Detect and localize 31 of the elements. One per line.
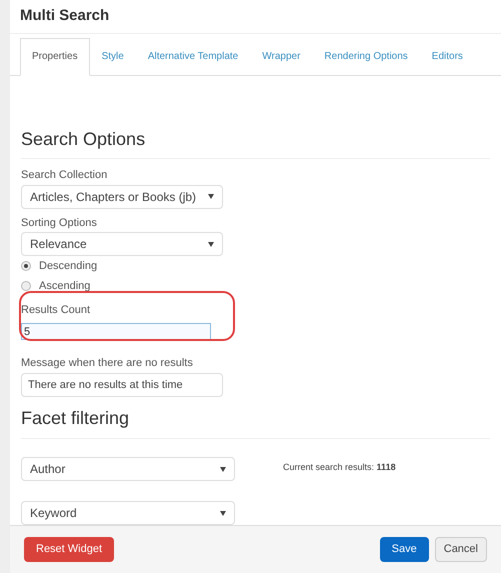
input-field[interactable]: There are no results at this time — [21, 373, 223, 398]
dropdown[interactable]: Author — [21, 457, 235, 482]
field-label: Sorting Options — [21, 216, 98, 231]
section-heading: Facet filtering — [21, 405, 490, 440]
caret-icon — [220, 510, 226, 516]
caret-icon — [220, 466, 226, 472]
dropdown[interactable]: Keyword — [21, 501, 235, 526]
caret-icon — [208, 194, 214, 200]
radio-button[interactable] — [21, 281, 31, 292]
tab[interactable]: Rendering Options — [312, 38, 420, 76]
section-heading: Search Options — [21, 126, 490, 160]
save-button[interactable]: Save — [380, 537, 429, 562]
tab[interactable]: Style — [90, 38, 136, 76]
radio-label: Ascending — [39, 279, 90, 294]
reset-widget-button[interactable]: Reset Widget — [24, 537, 114, 562]
window-title: Multi Search — [20, 6, 110, 26]
tab[interactable]: Editors — [420, 38, 475, 76]
dropdown[interactable]: Articles, Chapters or Books (jb) — [21, 184, 223, 209]
results-count-text: Current search results: 1118 — [283, 461, 396, 474]
tab[interactable]: Alternative Template — [136, 38, 250, 76]
radio-label: Descending — [39, 259, 98, 274]
caret-icon — [208, 242, 214, 247]
input-field[interactable]: 5 — [21, 323, 211, 340]
dropdown[interactable]: Relevance — [21, 232, 223, 256]
tab[interactable]: Wrapper — [250, 38, 312, 76]
tab[interactable]: Properties — [20, 38, 90, 76]
radio-button[interactable] — [21, 261, 31, 272]
cancel-button[interactable]: Cancel — [434, 537, 487, 562]
field-label: Search Collection — [21, 168, 108, 184]
field-label: Message when there are no results — [21, 356, 194, 371]
field-label: Results Count — [21, 303, 92, 318]
